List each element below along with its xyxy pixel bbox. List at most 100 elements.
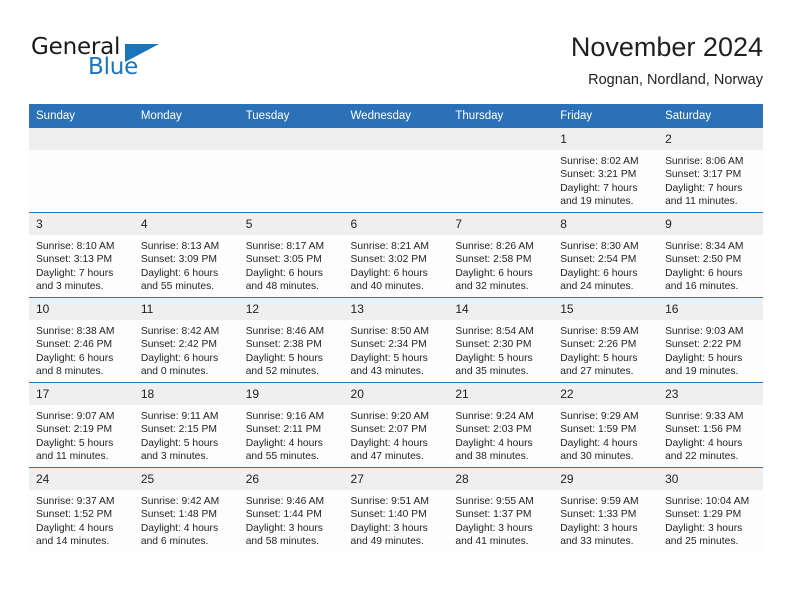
day-number: 17 [29,383,134,405]
calendar-day-cell[interactable]: 13 Sunrise: 8:50 AM Sunset: 2:34 PM Dayl… [343,297,449,383]
calendar-day-cell[interactable]: 25 Sunrise: 9:42 AM Sunset: 1:48 PM Dayl… [133,467,239,552]
day-details: Sunrise: 8:42 AM Sunset: 2:42 PM Dayligh… [134,320,239,378]
calendar-week-row: 10 Sunrise: 8:38 AM Sunset: 2:46 PM Dayl… [29,297,763,383]
sunset-text: Sunset: 2:42 PM [140,339,217,351]
calendar-day-cell[interactable]: 2 Sunrise: 8:06 AM Sunset: 3:17 PM Dayli… [658,128,763,213]
calendar-day-cell[interactable]: 10 Sunrise: 8:38 AM Sunset: 2:46 PM Dayl… [29,297,134,383]
sunset-text: Sunset: 1:33 PM [560,509,637,521]
sunrise-text: Sunrise: 9:59 AM [560,496,639,507]
daylight-text: Daylight: 5 hours and 11 minutes. [36,437,114,462]
calendar-day-cell[interactable]: 12 Sunrise: 8:46 AM Sunset: 2:38 PM Dayl… [238,297,344,383]
calendar-day-cell[interactable]: 29 Sunrise: 9:59 AM Sunset: 1:33 PM Dayl… [553,467,659,552]
daylight-text: Daylight: 3 hours and 33 minutes. [560,522,638,547]
calendar-day-cell[interactable]: 15 Sunrise: 8:59 AM Sunset: 2:26 PM Dayl… [553,297,659,383]
daylight-text: Daylight: 7 hours and 3 minutes. [36,267,114,292]
calendar-day-cell[interactable]: 26 Sunrise: 9:46 AM Sunset: 1:44 PM Dayl… [238,467,344,552]
day-details: Sunrise: 9:24 AM Sunset: 2:03 PM Dayligh… [448,405,553,463]
weekday-header-sunday: Sunday [29,104,134,128]
calendar-day-cell[interactable]: 20 Sunrise: 9:20 AM Sunset: 2:07 PM Dayl… [343,382,449,468]
day-number: 5 [238,213,344,235]
day-number: 25 [133,468,239,490]
day-details: Sunrise: 8:59 AM Sunset: 2:26 PM Dayligh… [553,320,658,378]
day-details [29,150,134,155]
sunrise-text: Sunrise: 8:26 AM [455,241,534,252]
logo-text-blue: Blue [88,54,139,80]
weekday-header-tuesday: Tuesday [238,104,344,128]
sunrise-text: Sunrise: 9:51 AM [350,496,429,507]
sunset-text: Sunset: 1:48 PM [140,509,217,521]
calendar-day-cell[interactable]: 21 Sunrise: 9:24 AM Sunset: 2:03 PM Dayl… [448,382,554,468]
day-details: Sunrise: 9:29 AM Sunset: 1:59 PM Dayligh… [553,405,658,463]
calendar-day-cell[interactable]: 23 Sunrise: 9:33 AM Sunset: 1:56 PM Dayl… [658,382,763,468]
day-details: Sunrise: 9:16 AM Sunset: 2:11 PM Dayligh… [239,405,344,463]
day-number: 30 [658,468,763,490]
sunrise-text: Sunrise: 8:10 AM [36,241,115,252]
calendar-day-cell[interactable]: 16 Sunrise: 9:03 AM Sunset: 2:22 PM Dayl… [658,297,763,383]
calendar-day-cell[interactable]: 4 Sunrise: 8:13 AM Sunset: 3:09 PM Dayli… [133,212,239,298]
day-number: 1 [553,128,659,150]
sunrise-text: Sunrise: 10:04 AM [665,496,750,507]
day-number: 12 [238,298,344,320]
sunset-text: Sunset: 1:44 PM [245,509,322,521]
calendar-day-cell[interactable]: 3 Sunrise: 8:10 AM Sunset: 3:13 PM Dayli… [29,212,134,298]
day-number [448,128,554,150]
daylight-text: Daylight: 6 hours and 32 minutes. [455,267,533,292]
daylight-text: Daylight: 4 hours and 14 minutes. [36,522,114,547]
sunset-text: Sunset: 2:58 PM [455,254,532,266]
day-details [134,150,239,155]
day-details: Sunrise: 8:26 AM Sunset: 2:58 PM Dayligh… [448,235,553,293]
calendar-day-cell[interactable]: 22 Sunrise: 9:29 AM Sunset: 1:59 PM Dayl… [553,382,659,468]
calendar-day-cell[interactable]: 14 Sunrise: 8:54 AM Sunset: 2:30 PM Dayl… [448,297,554,383]
calendar-day-cell[interactable] [238,128,344,213]
day-details: Sunrise: 8:21 AM Sunset: 3:02 PM Dayligh… [344,235,449,293]
day-details: Sunrise: 9:37 AM Sunset: 1:52 PM Dayligh… [29,490,134,548]
sunrise-text: Sunrise: 8:21 AM [350,241,429,252]
sunrise-text: Sunrise: 9:16 AM [245,411,325,422]
sunset-text: Sunset: 2:38 PM [245,339,322,351]
sunrise-text: Sunrise: 8:06 AM [665,156,744,167]
calendar-day-cell[interactable]: 9 Sunrise: 8:34 AM Sunset: 2:50 PM Dayli… [658,212,763,298]
calendar-day-cell[interactable]: 6 Sunrise: 8:21 AM Sunset: 3:02 PM Dayli… [343,212,449,298]
calendar-day-cell[interactable] [448,128,554,213]
day-number: 16 [658,298,763,320]
calendar-day-cell[interactable]: 27 Sunrise: 9:51 AM Sunset: 1:40 PM Dayl… [343,467,449,552]
calendar-day-cell[interactable]: 24 Sunrise: 9:37 AM Sunset: 1:52 PM Dayl… [29,467,134,552]
day-details: Sunrise: 9:07 AM Sunset: 2:19 PM Dayligh… [29,405,134,463]
calendar-day-cell[interactable]: 30 Sunrise: 10:04 AM Sunset: 1:29 PM Day… [658,467,763,552]
calendar-day-cell[interactable]: 17 Sunrise: 9:07 AM Sunset: 2:19 PM Dayl… [29,382,134,468]
calendar-day-cell[interactable]: 28 Sunrise: 9:55 AM Sunset: 1:37 PM Dayl… [448,467,554,552]
sunset-text: Sunset: 2:30 PM [455,339,532,351]
calendar-day-cell[interactable]: 1 Sunrise: 8:02 AM Sunset: 3:21 PM Dayli… [553,128,659,213]
calendar-day-cell[interactable]: 19 Sunrise: 9:16 AM Sunset: 2:11 PM Dayl… [238,382,344,468]
calendar-day-cell[interactable] [133,128,239,213]
sunrise-text: Sunrise: 8:17 AM [245,241,325,252]
day-details: Sunrise: 8:46 AM Sunset: 2:38 PM Dayligh… [239,320,344,378]
calendar-day-cell[interactable] [29,128,134,213]
sunset-text: Sunset: 2:19 PM [36,424,113,436]
day-number: 8 [553,213,659,235]
day-details: Sunrise: 8:17 AM Sunset: 3:05 PM Dayligh… [239,235,344,293]
day-number [343,128,449,150]
day-number: 24 [29,468,134,490]
calendar-day-cell[interactable]: 5 Sunrise: 8:17 AM Sunset: 3:05 PM Dayli… [238,212,344,298]
sunset-text: Sunset: 2:54 PM [560,254,637,266]
sunrise-text: Sunrise: 8:34 AM [665,241,744,252]
page-header: General Blue November 2024 Rognan, Nordl… [29,30,763,98]
calendar-day-cell[interactable]: 8 Sunrise: 8:30 AM Sunset: 2:54 PM Dayli… [553,212,659,298]
calendar-day-cell[interactable]: 18 Sunrise: 9:11 AM Sunset: 2:15 PM Dayl… [133,382,239,468]
calendar-day-cell[interactable] [343,128,449,213]
daylight-text: Daylight: 5 hours and 27 minutes. [560,352,638,377]
day-details [344,150,449,155]
sunrise-text: Sunrise: 8:50 AM [350,326,429,337]
calendar-day-cell[interactable]: 7 Sunrise: 8:26 AM Sunset: 2:58 PM Dayli… [448,212,554,298]
calendar-page: General Blue November 2024 Rognan, Nordl… [0,0,792,612]
calendar-week-row: 17 Sunrise: 9:07 AM Sunset: 2:19 PM Dayl… [29,382,763,468]
sunset-text: Sunset: 2:15 PM [140,424,217,436]
calendar-week-row: 1 Sunrise: 8:02 AM Sunset: 3:21 PM Dayli… [29,128,763,213]
day-details: Sunrise: 8:02 AM Sunset: 3:21 PM Dayligh… [553,150,658,208]
day-details [239,150,344,155]
day-number: 21 [448,383,554,405]
day-details: Sunrise: 9:20 AM Sunset: 2:07 PM Dayligh… [344,405,449,463]
daylight-text: Daylight: 6 hours and 24 minutes. [560,267,638,292]
calendar-day-cell[interactable]: 11 Sunrise: 8:42 AM Sunset: 2:42 PM Dayl… [133,297,239,383]
